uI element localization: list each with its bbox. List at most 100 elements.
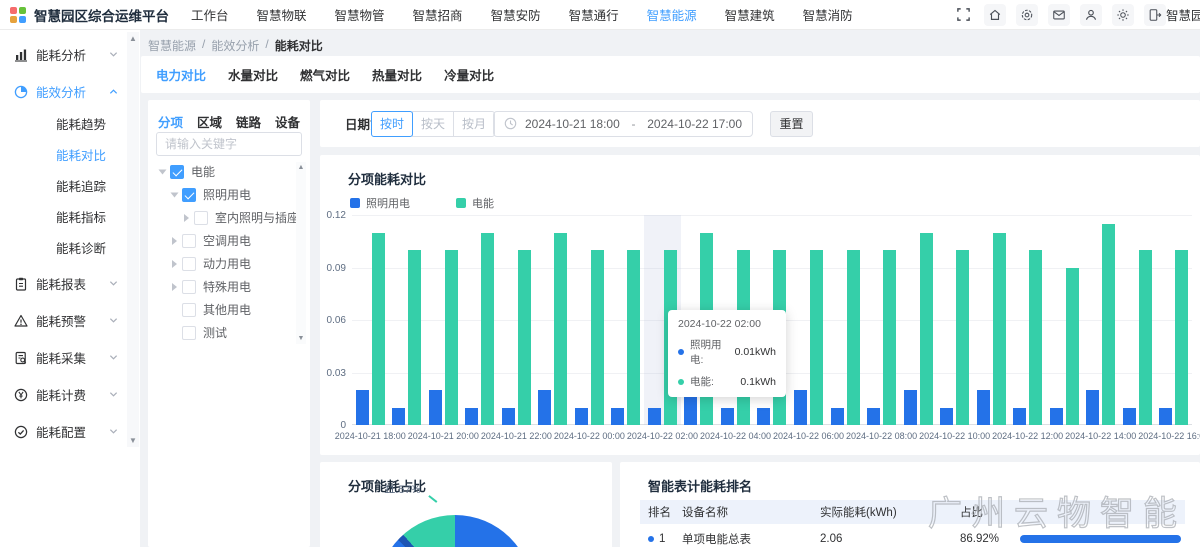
fullscreen-icon[interactable]	[952, 4, 974, 26]
tree-checkbox[interactable]	[194, 211, 208, 225]
bar-照明用电[interactable]	[575, 408, 588, 426]
granularity-按时[interactable]: 按时	[371, 111, 413, 137]
bar-电能[interactable]	[1029, 250, 1042, 425]
tree-node-室内照明与插座[interactable]: 室内照明与插座	[148, 206, 298, 229]
tab-冷量对比[interactable]: 冷量对比	[444, 65, 494, 84]
caret-icon[interactable]	[184, 214, 189, 222]
tree-checkbox[interactable]	[182, 257, 196, 271]
bar-照明用电[interactable]	[502, 408, 515, 426]
sidebar-subitem-能耗追踪[interactable]: 能耗追踪	[0, 172, 128, 203]
bar-电能[interactable]	[408, 250, 421, 425]
dimension-tab-分项[interactable]: 分项	[158, 112, 183, 131]
home-icon[interactable]	[984, 4, 1006, 26]
sidebar-subitem-能耗趋势[interactable]: 能耗趋势	[0, 110, 128, 141]
scroll-up-icon[interactable]: ▲	[298, 164, 305, 171]
caret-icon[interactable]	[171, 192, 179, 197]
bar-电能[interactable]	[518, 250, 531, 425]
bar-电能[interactable]	[445, 250, 458, 425]
sidebar-item-能耗预警[interactable]: 能耗预警	[0, 302, 128, 339]
tree-checkbox[interactable]	[170, 165, 184, 179]
sidebar-item-能耗采集[interactable]: 能耗采集	[0, 339, 128, 376]
scroll-down-icon[interactable]: ▼	[129, 436, 137, 445]
tree-node-照明用电[interactable]: 照明用电	[148, 183, 298, 206]
nav-item[interactable]: 智慧建筑	[725, 5, 775, 24]
bar-电能[interactable]	[627, 250, 640, 425]
nav-item[interactable]: 智慧能源	[647, 5, 697, 24]
sidebar-item-能耗分析[interactable]: 能耗分析	[0, 36, 128, 73]
bar-照明用电[interactable]	[1086, 390, 1099, 425]
tree-checkbox[interactable]	[182, 234, 196, 248]
bar-电能[interactable]	[372, 233, 385, 426]
tree-node-测试[interactable]: 测试	[148, 321, 298, 344]
tree-scrollbar[interactable]: ▲ ▼	[296, 162, 306, 344]
legend-item-电能[interactable]: 电能	[456, 195, 494, 211]
bar-照明用电[interactable]	[611, 408, 624, 426]
date-end[interactable]: 2024-10-22 17:00	[647, 117, 742, 131]
bar-电能[interactable]	[1066, 268, 1079, 426]
dimension-tab-链路[interactable]: 链路	[236, 112, 261, 131]
bar-照明用电[interactable]	[940, 408, 953, 426]
bar-电能[interactable]	[591, 250, 604, 425]
tree-node-空调用电[interactable]: 空调用电	[148, 229, 298, 252]
bar-电能[interactable]	[481, 233, 494, 426]
caret-icon[interactable]	[159, 169, 167, 174]
tab-燃气对比[interactable]: 燃气对比	[300, 65, 350, 84]
table-row[interactable]: 1单项电能总表2.0686.92%	[640, 526, 1185, 547]
bar-照明用电[interactable]	[465, 408, 478, 426]
bar-照明用电[interactable]	[1159, 408, 1172, 426]
granularity-按月[interactable]: 按月	[453, 111, 495, 137]
bar-照明用电[interactable]	[867, 408, 880, 426]
breadcrumb-item[interactable]: 智慧能源	[148, 37, 196, 54]
scroll-down-icon[interactable]: ▼	[298, 335, 305, 342]
caret-icon[interactable]	[172, 237, 177, 245]
nav-item[interactable]: 智慧安防	[491, 5, 541, 24]
bar-照明用电[interactable]	[977, 390, 990, 425]
tree-node-电能[interactable]: 电能	[148, 160, 298, 183]
sidebar-subitem-能耗对比[interactable]: 能耗对比	[0, 141, 128, 172]
bar-电能[interactable]	[993, 233, 1006, 426]
tree-node-其他用电[interactable]: 其他用电	[148, 298, 298, 321]
bar-照明用电[interactable]	[831, 408, 844, 426]
tree-node-特殊用电[interactable]: 特殊用电	[148, 275, 298, 298]
sidebar-item-能耗计费[interactable]: 能耗计费	[0, 376, 128, 413]
user-icon[interactable]	[1080, 4, 1102, 26]
exit-icon[interactable]	[1144, 4, 1166, 26]
tree-checkbox[interactable]	[182, 188, 196, 202]
reset-button[interactable]: 重置	[770, 111, 813, 137]
sidebar-item-能耗报表[interactable]: 能耗报表	[0, 265, 128, 302]
bar-照明用电[interactable]	[794, 390, 807, 425]
bar-电能[interactable]	[920, 233, 933, 426]
tree-checkbox[interactable]	[182, 280, 196, 294]
gear-icon[interactable]	[1016, 4, 1038, 26]
tab-热量对比[interactable]: 热量对比	[372, 65, 422, 84]
nav-item[interactable]: 智慧物联	[257, 5, 307, 24]
date-start[interactable]: 2024-10-21 18:00	[525, 117, 620, 131]
bar-电能[interactable]	[847, 250, 860, 425]
tree-search-input[interactable]	[156, 132, 302, 156]
mail-icon[interactable]	[1048, 4, 1070, 26]
sidebar-item-能耗配置[interactable]: 能耗配置	[0, 413, 128, 450]
date-range-picker[interactable]: 2024-10-21 18:00 - 2024-10-22 17:00	[493, 111, 753, 137]
user-label[interactable]: 智慧园	[1166, 5, 1200, 24]
bar-照明用电[interactable]	[757, 408, 770, 426]
sidebar-subitem-能耗诊断[interactable]: 能耗诊断	[0, 234, 128, 265]
sidebar-subitem-能耗指标[interactable]: 能耗指标	[0, 203, 128, 234]
bar-电能[interactable]	[554, 233, 567, 426]
sidebar-scrollbar[interactable]: ▲ ▼	[127, 32, 139, 447]
sun-icon[interactable]	[1112, 4, 1134, 26]
breadcrumb-item[interactable]: 能效分析	[211, 37, 259, 54]
bar-照明用电[interactable]	[429, 390, 442, 425]
tree-checkbox[interactable]	[182, 303, 196, 317]
granularity-按天[interactable]: 按天	[412, 111, 454, 137]
tree-checkbox[interactable]	[182, 326, 196, 340]
nav-item[interactable]: 智慧招商	[413, 5, 463, 24]
bar-照明用电[interactable]	[721, 408, 734, 426]
bar-照明用电[interactable]	[1050, 408, 1063, 426]
tree-node-动力用电[interactable]: 动力用电	[148, 252, 298, 275]
bar-照明用电[interactable]	[356, 390, 369, 425]
scroll-up-icon[interactable]: ▲	[129, 34, 137, 43]
caret-icon[interactable]	[172, 260, 177, 268]
tab-水量对比[interactable]: 水量对比	[228, 65, 278, 84]
bar-电能[interactable]	[883, 250, 896, 425]
nav-item[interactable]: 智慧物管	[335, 5, 385, 24]
